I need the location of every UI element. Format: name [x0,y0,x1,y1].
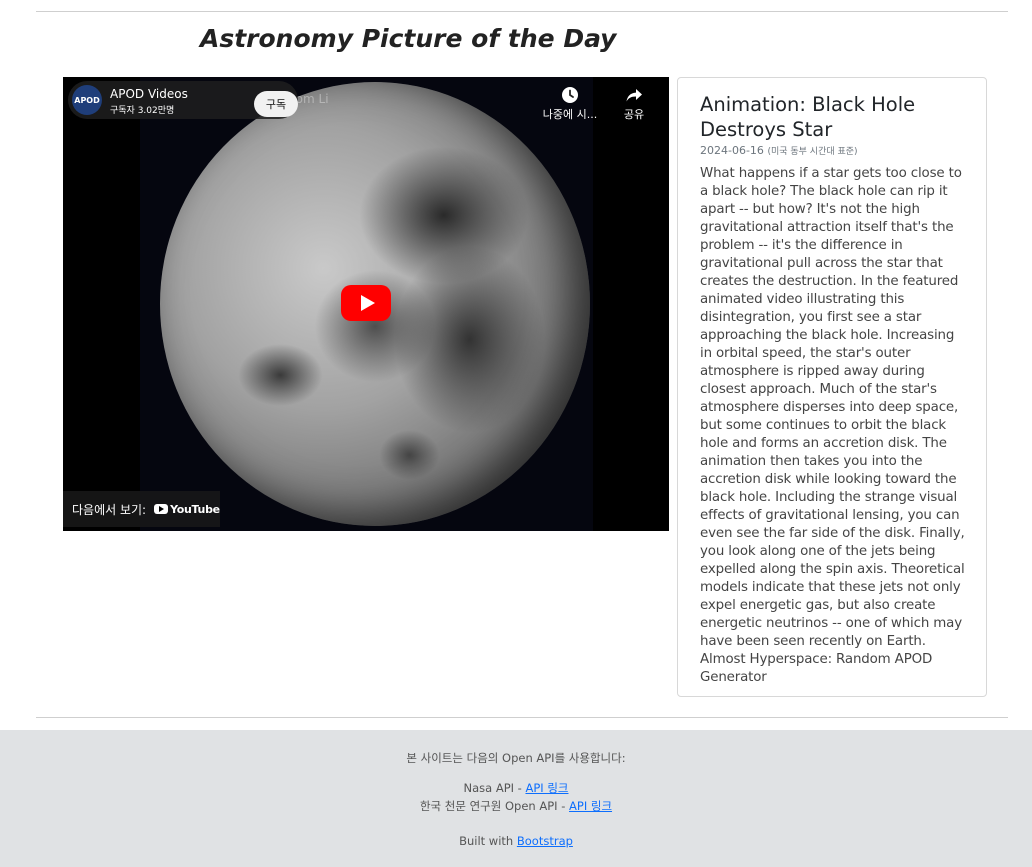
channel-subscriber-count: 구독자 3.02만명 [110,106,175,116]
bottom-divider [36,717,1008,718]
built-with-label: Built with [459,834,517,848]
footer: 본 사이트는 다음의 Open API를 사용합니다: Nasa API - A… [0,730,1032,867]
share-icon [626,89,642,102]
apod-date-value: 2024-06-16 [700,144,764,157]
channel-name[interactable]: APOD Videos [110,87,188,101]
kasi-api-label: 한국 천문 연구원 Open API - [419,799,570,813]
channel-avatar[interactable]: APOD [72,85,102,115]
apod-date: 2024-06-16 (미국 동부 시간대 표준) [700,144,858,157]
apod-explanation: What happens if a star gets too close to… [700,166,965,685]
share-label: 공유 [623,108,645,121]
video-player[interactable]: on from Li APOD APOD Videos 구독자 3.02만명 구… [63,77,669,531]
clock-icon [562,87,578,103]
page-title: Astronomy Picture of the Day [200,24,617,53]
kasi-api-link[interactable]: API 링크 [569,799,612,813]
watch-later-button[interactable]: 나중에 시... [540,86,600,122]
play-icon[interactable] [341,285,391,321]
top-divider [36,11,1008,12]
nasa-api-label: Nasa API - [463,781,526,795]
subscribe-button[interactable]: 구독 [254,91,298,117]
footer-nasa-line: Nasa API - API 링크 [0,780,1032,796]
footer-built-with: Built with Bootstrap [0,834,1032,848]
channel-info[interactable]: APOD APOD Videos 구독자 3.02만명 구독 [68,81,298,119]
watch-on-label: 다음에서 보기: [72,502,147,517]
apod-timezone: (미국 동부 시간대 표준) [767,147,858,157]
youtube-logo-icon: YouTube [154,503,220,516]
footer-kasi-line: 한국 천문 연구원 Open API - API 링크 [0,798,1032,814]
nasa-api-link[interactable]: API 링크 [525,781,568,795]
watch-on-youtube-button[interactable]: 다음에서 보기: YouTube [63,491,220,527]
apod-card: Animation: Black Hole Destroys Star 2024… [677,77,987,697]
bootstrap-link[interactable]: Bootstrap [517,834,573,848]
watch-later-label: 나중에 시... [542,108,598,121]
share-button[interactable]: 공유 [604,86,664,122]
apod-title: Animation: Black Hole Destroys Star [700,93,916,141]
footer-intro: 본 사이트는 다음의 Open API를 사용합니다: [406,751,626,765]
youtube-wordmark: YouTube [170,502,220,516]
